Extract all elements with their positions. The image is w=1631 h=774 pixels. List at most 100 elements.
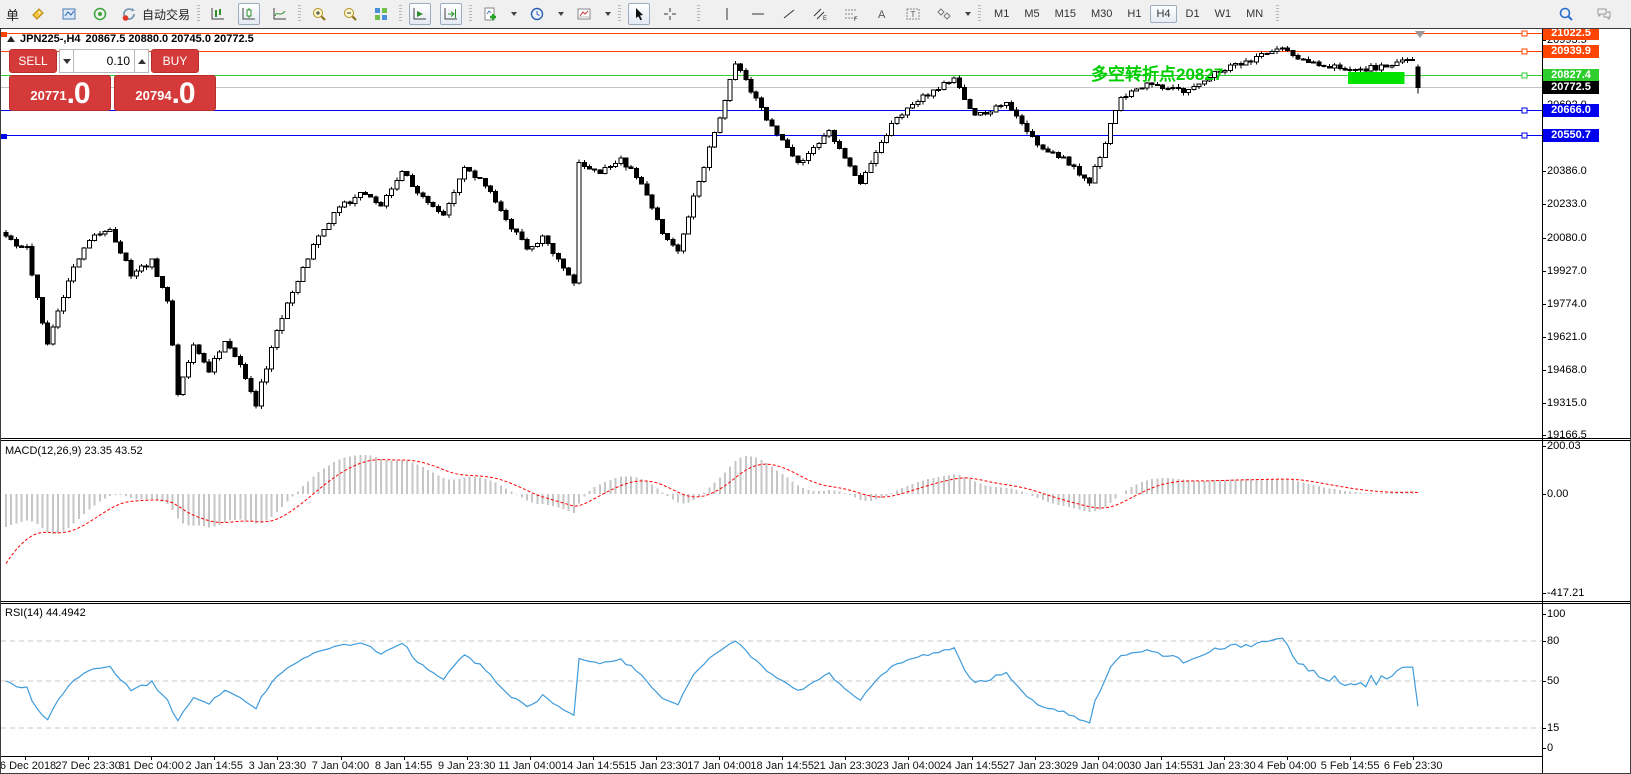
- text-label-icon[interactable]: T: [902, 3, 924, 25]
- price-tick-label: 19315.0: [1547, 397, 1587, 409]
- timeframe-h4[interactable]: H4: [1150, 5, 1176, 23]
- volume-decrease-button[interactable]: [59, 49, 74, 73]
- fibonacci-icon[interactable]: F: [840, 3, 862, 25]
- axis-tick: [1542, 337, 1546, 338]
- price-tick-label: 20386.0: [1547, 165, 1587, 177]
- indicators-dropdown-icon[interactable]: [511, 12, 517, 16]
- timeframe-w1[interactable]: W1: [1209, 5, 1238, 23]
- chart-window: JPN225-,H4 20867.5 20880.0 20745.0 20772…: [0, 28, 1631, 774]
- axis-tick: [1542, 403, 1546, 404]
- menu-item[interactable]: 单: [6, 5, 19, 24]
- scroll-group: [409, 3, 462, 25]
- volume-increase-button[interactable]: [134, 49, 149, 73]
- svg-text:F: F: [854, 17, 858, 22]
- bar-chart-icon[interactable]: [207, 3, 229, 25]
- rsi-tick-label: 80: [1547, 635, 1559, 647]
- ohlc-info: JPN225-,H4 20867.5 20880.0 20745.0 20772…: [7, 33, 254, 45]
- chart-shift-icon[interactable]: [440, 3, 462, 25]
- data-connection-icon[interactable]: [89, 3, 111, 25]
- new-chart-icon[interactable]: [58, 3, 80, 25]
- pane-divider[interactable]: [1, 601, 1631, 604]
- zoom-group: [308, 3, 392, 25]
- chart-canvas[interactable]: [1, 29, 1542, 774]
- trendline-icon[interactable]: [778, 3, 800, 25]
- svg-text:A: A: [878, 9, 886, 21]
- volume-stepper: [59, 49, 149, 73]
- text-icon[interactable]: A: [871, 3, 893, 25]
- price-tick-label: 19468.0: [1547, 364, 1587, 376]
- scroll-marker-icon[interactable]: [1415, 31, 1425, 38]
- buy-button[interactable]: BUY: [151, 49, 199, 73]
- toolbar-separator: [399, 5, 402, 23]
- periods-clock-icon[interactable]: [526, 3, 548, 25]
- tile-windows-icon[interactable]: [370, 3, 392, 25]
- zoom-in-icon[interactable]: [308, 3, 330, 25]
- sell-button[interactable]: SELL: [9, 49, 57, 73]
- autotrading-button[interactable]: 自动交易: [120, 5, 190, 23]
- chart-type-group: [207, 3, 291, 25]
- candlestick-chart-icon[interactable]: [238, 3, 260, 25]
- axis-tick: [1542, 271, 1546, 272]
- rsi-tick-label: 50: [1547, 675, 1559, 687]
- line-handle[interactable]: [1, 134, 7, 139]
- arrows-icon[interactable]: [933, 3, 955, 25]
- timeframe-mn[interactable]: MN: [1240, 5, 1269, 23]
- timeframe-m5[interactable]: M5: [1018, 5, 1045, 23]
- standard-toolbar-group: 自动交易: [27, 3, 190, 25]
- toolbar-separator: [1276, 5, 1279, 23]
- timeframe-m1[interactable]: M1: [988, 5, 1015, 23]
- horizontal-line-icon[interactable]: [747, 3, 769, 25]
- price-tick-label: 19927.0: [1547, 265, 1587, 277]
- zoom-out-icon[interactable]: [339, 3, 361, 25]
- axis-tick: [1542, 435, 1546, 436]
- vertical-line-icon[interactable]: [716, 3, 738, 25]
- periods-dropdown-icon[interactable]: [558, 12, 564, 16]
- toolbar-separator: [697, 5, 700, 23]
- templates-icon[interactable]: [573, 3, 595, 25]
- equidistant-channel-icon[interactable]: E: [809, 3, 831, 25]
- auto-scroll-icon[interactable]: [409, 3, 431, 25]
- mt4-terminal: 单 自动交易: [0, 0, 1631, 774]
- collapse-panel-icon[interactable]: [7, 36, 15, 42]
- axis-tick: [1542, 370, 1546, 371]
- price-level-label: 20666.0: [1543, 104, 1599, 117]
- search-icon[interactable]: [1555, 3, 1577, 25]
- svg-text:T: T: [911, 10, 916, 19]
- cursor-icon[interactable]: [628, 3, 650, 25]
- arrows-dropdown-icon[interactable]: [965, 12, 971, 16]
- new-order-icon[interactable]: [27, 3, 49, 25]
- templates-dropdown-icon[interactable]: [605, 12, 611, 16]
- timeframe-h1[interactable]: H1: [1121, 5, 1147, 23]
- buy-price[interactable]: 20794.0: [114, 75, 216, 111]
- buy-price-small: 20794: [135, 83, 171, 109]
- timeframe-m15[interactable]: M15: [1049, 5, 1082, 23]
- price-tick-label: 19621.0: [1547, 331, 1587, 343]
- toolbar-separator: [298, 5, 301, 23]
- crosshair-icon[interactable]: [659, 3, 681, 25]
- indicators-icon[interactable]: [479, 3, 501, 25]
- axis-tick: [1542, 681, 1546, 682]
- symbol-period-label: JPN225-,H4: [20, 33, 81, 45]
- timeframe-d1[interactable]: D1: [1180, 5, 1206, 23]
- chart-annotation: 多空转折点20827: [1091, 60, 1223, 85]
- rsi-tick-label: 100: [1547, 608, 1565, 620]
- timeframe-m30[interactable]: M30: [1085, 5, 1118, 23]
- sell-price[interactable]: 20771.0: [9, 75, 111, 111]
- line-chart-icon[interactable]: [269, 3, 291, 25]
- axis-tick: [1542, 171, 1546, 172]
- buy-price-big: .0: [172, 79, 195, 109]
- toolbar-separator: [618, 5, 621, 23]
- date-label: 6 Feb 23:30: [1373, 760, 1453, 772]
- rsi-tick-label: 15: [1547, 722, 1559, 734]
- axis-tick: [1542, 494, 1546, 495]
- axis-tick: [1542, 748, 1546, 749]
- macd-tick-label: 200.03: [1547, 440, 1581, 452]
- volume-input[interactable]: [74, 49, 134, 73]
- autotrading-label: 自动交易: [142, 6, 190, 23]
- trade-panel-prices: 20771.0 20794.0: [9, 75, 221, 111]
- pane-divider[interactable]: [1, 438, 1631, 441]
- ohlc-values: 20867.5 20880.0 20745.0 20772.5: [86, 33, 254, 45]
- chat-icon[interactable]: [1593, 3, 1615, 25]
- macd-tick-label: 0.00: [1547, 488, 1568, 500]
- current-price-label: 20772.5: [1543, 81, 1599, 94]
